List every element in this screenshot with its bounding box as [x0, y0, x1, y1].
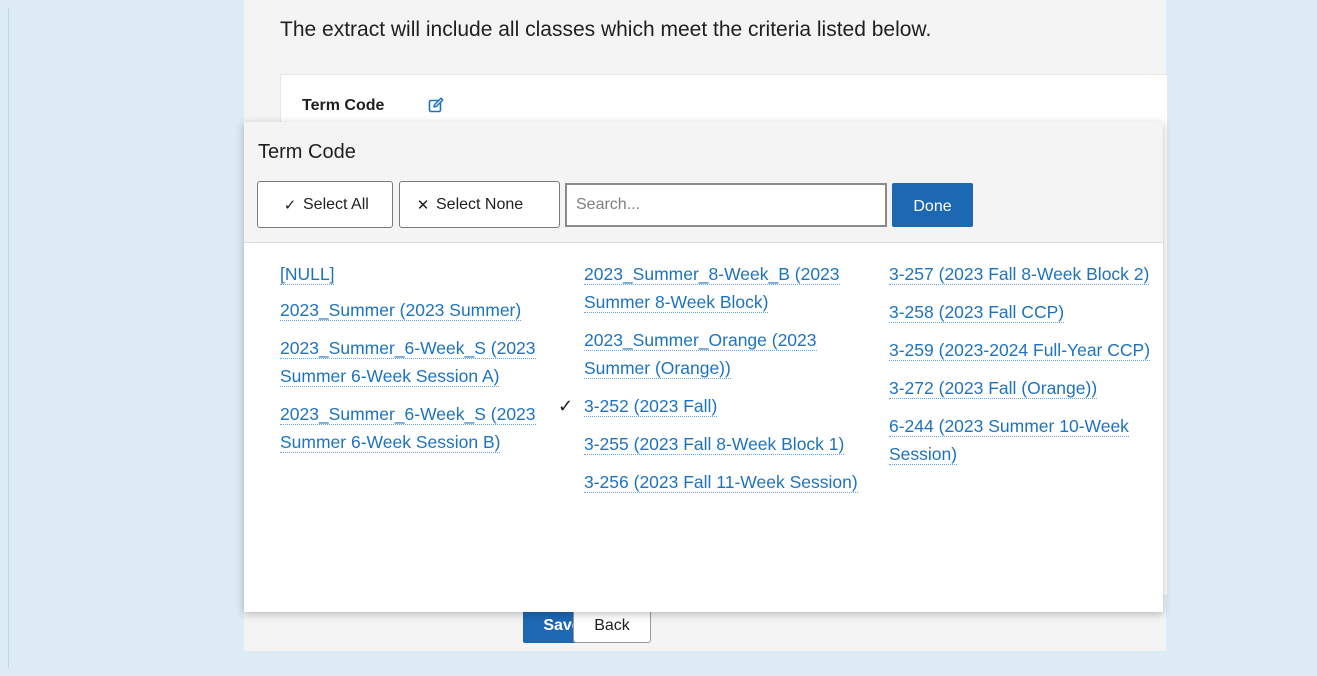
- term-code-picker: Term Code ✓ Select All ✕ Select None Don…: [244, 122, 1163, 612]
- select-none-button[interactable]: ✕ Select None: [399, 181, 560, 228]
- option-item[interactable]: 3-256 (2023 Fall 11-Week Session): [584, 468, 859, 496]
- option-item[interactable]: 2023_Summer_6-Week_S (2023 Summer 6-Week…: [280, 400, 555, 456]
- search-input[interactable]: [565, 183, 887, 227]
- option-item[interactable]: 2023_Summer_8-Week_B (2023 Summer 8-Week…: [584, 260, 859, 316]
- options-column-3: 3-257 (2023 Fall 8-Week Block 2) 3-258 (…: [889, 260, 1164, 478]
- option-label[interactable]: 3-272 (2023 Fall (Orange)): [889, 378, 1098, 399]
- edit-icon[interactable]: [428, 97, 444, 113]
- option-item-selected[interactable]: ✓ 3-252 (2023 Fall): [558, 392, 859, 420]
- picker-title: Term Code: [258, 141, 356, 163]
- option-item[interactable]: 3-255 (2023 Fall 8-Week Block 1): [584, 430, 859, 458]
- x-icon: ✕: [416, 196, 430, 214]
- option-item[interactable]: 2023_Summer_6-Week_S (2023 Summer 6-Week…: [280, 334, 555, 390]
- option-item[interactable]: 3-258 (2023 Fall CCP): [889, 298, 1164, 326]
- option-label[interactable]: 3-252 (2023 Fall): [584, 396, 718, 417]
- option-item[interactable]: 3-257 (2023 Fall 8-Week Block 2): [889, 260, 1164, 288]
- option-label[interactable]: 3-257 (2023 Fall 8-Week Block 2): [889, 264, 1150, 285]
- done-button[interactable]: Done: [892, 183, 973, 227]
- option-item[interactable]: 3-259 (2023-2024 Full-Year CCP): [889, 336, 1164, 364]
- intro-text: The extract will include all classes whi…: [280, 18, 932, 41]
- option-label[interactable]: 3-255 (2023 Fall 8-Week Block 1): [584, 434, 845, 455]
- option-item[interactable]: 3-272 (2023 Fall (Orange)): [889, 374, 1164, 402]
- picker-header: Term Code ✓ Select All ✕ Select None Don…: [244, 122, 1163, 243]
- selected-check-icon: ✓: [558, 396, 574, 416]
- select-all-button[interactable]: ✓ Select All: [257, 181, 393, 228]
- option-label[interactable]: 2023_Summer_Orange (2023 Summer (Orange)…: [584, 330, 817, 379]
- option-label[interactable]: 3-258 (2023 Fall CCP): [889, 302, 1065, 323]
- option-label[interactable]: 6-244 (2023 Summer 10-Week Session): [889, 416, 1129, 465]
- select-all-label: Select All: [303, 195, 369, 213]
- option-item[interactable]: [NULL]: [280, 260, 555, 288]
- option-label[interactable]: 3-256 (2023 Fall 11-Week Session): [584, 472, 858, 493]
- term-code-label: Term Code: [302, 97, 385, 114]
- option-item[interactable]: 6-244 (2023 Summer 10-Week Session): [889, 412, 1164, 468]
- select-none-label: Select None: [436, 195, 524, 213]
- option-label[interactable]: 3-259 (2023-2024 Full-Year CCP): [889, 340, 1151, 361]
- options-column-2: 2023_Summer_8-Week_B (2023 Summer 8-Week…: [558, 260, 859, 506]
- option-label[interactable]: [NULL]: [280, 264, 335, 285]
- option-label[interactable]: 2023_Summer_8-Week_B (2023 Summer 8-Week…: [584, 264, 840, 313]
- option-label[interactable]: 2023_Summer_6-Week_S (2023 Summer 6-Week…: [280, 338, 536, 387]
- option-item[interactable]: 2023_Summer_Orange (2023 Summer (Orange)…: [584, 326, 859, 382]
- check-icon: ✓: [283, 196, 297, 214]
- option-label[interactable]: 2023_Summer (2023 Summer): [280, 300, 522, 321]
- option-item[interactable]: 2023_Summer (2023 Summer): [280, 296, 555, 324]
- options-column-1: [NULL] 2023_Summer (2023 Summer) 2023_Su…: [280, 260, 555, 466]
- option-label[interactable]: 2023_Summer_6-Week_S (2023 Summer 6-Week…: [280, 404, 536, 453]
